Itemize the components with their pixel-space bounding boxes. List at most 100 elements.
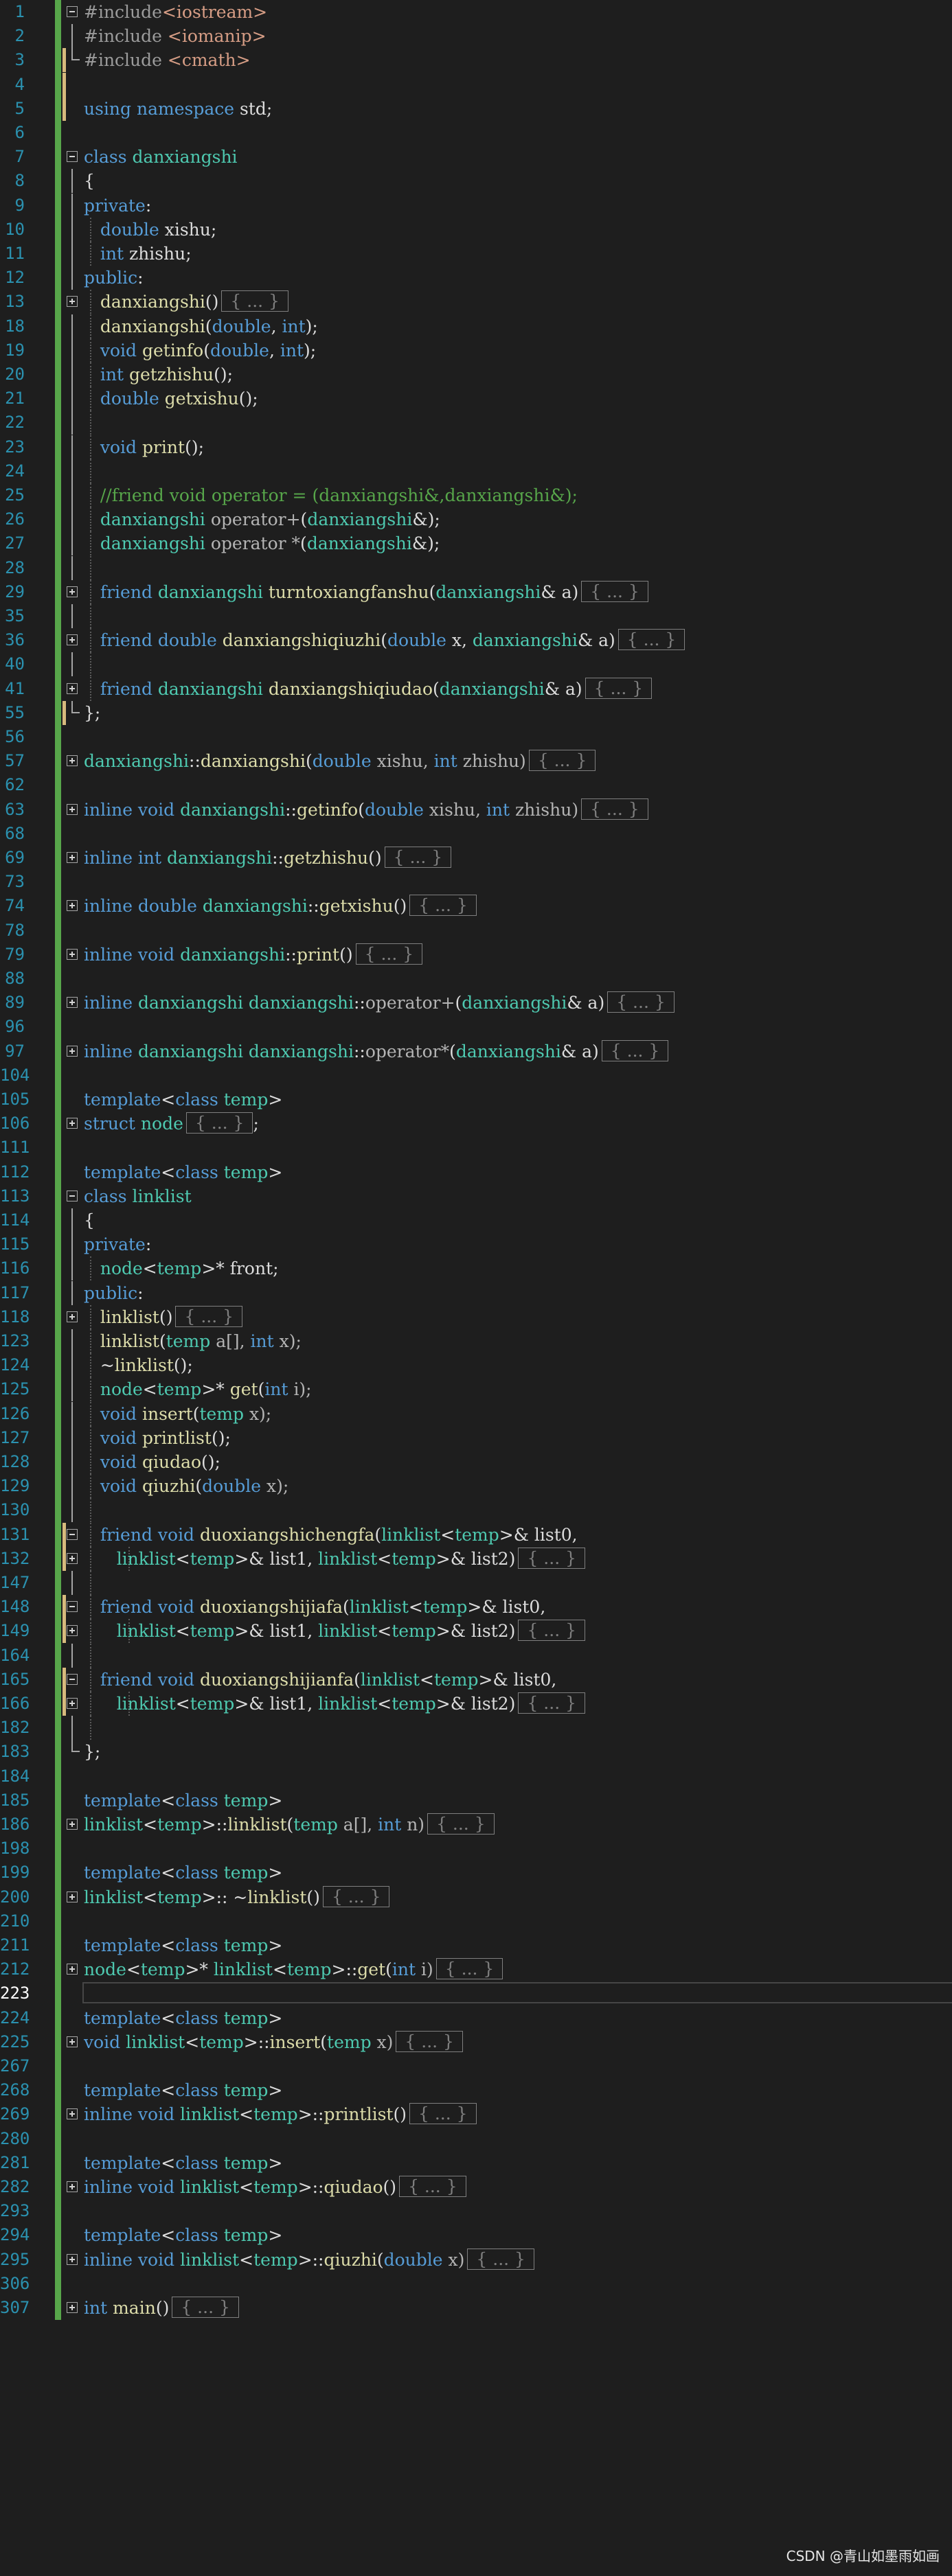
code-line[interactable]: 35: [0, 604, 952, 628]
expand-outline-icon[interactable]: [67, 1964, 78, 1975]
expand-outline-icon[interactable]: [67, 1311, 78, 1322]
code-line[interactable]: 117 public:: [0, 1280, 952, 1305]
expand-outline-icon[interactable]: [67, 2181, 78, 2192]
code-line[interactable]: 20 int getzhishu();: [0, 363, 952, 387]
expand-outline-icon[interactable]: [67, 586, 78, 597]
code-line[interactable]: 22: [0, 411, 952, 435]
code-line[interactable]: 18 danxiangshi(double, int);: [0, 314, 952, 338]
collapsed-region-button[interactable]: { ... }: [355, 943, 423, 965]
code-line[interactable]: 164: [0, 1643, 952, 1668]
code-line[interactable]: 210: [0, 1909, 952, 1933]
code-line[interactable]: 55};: [0, 700, 952, 725]
collapse-outline-icon[interactable]: [67, 151, 78, 163]
code-line[interactable]: 89 inline danxiangshi danxiangshi::operat…: [0, 991, 952, 1015]
code-line[interactable]: 212 node<temp>* linklist<temp>::get(int i…: [0, 1957, 952, 1981]
code-line[interactable]: 3 #include <cmath>: [0, 48, 952, 73]
code-line[interactable]: 185 template<class temp>: [0, 1789, 952, 1813]
code-line[interactable]: 5 using namespace std;: [0, 96, 952, 121]
code-line[interactable]: 307 int main(){ ... }: [0, 2296, 952, 2320]
expand-outline-icon[interactable]: [67, 803, 78, 815]
collapsed-region-button[interactable]: { ... }: [175, 1305, 243, 1327]
code-line[interactable]: 9 private:: [0, 193, 952, 218]
code-line[interactable]: 28: [0, 555, 952, 580]
code-line[interactable]: 26 danxiangshi operator+(danxiangshi&);: [0, 507, 952, 532]
expand-outline-icon[interactable]: [67, 1891, 78, 1902]
code-line[interactable]: 182: [0, 1716, 952, 1740]
code-line[interactable]: 29 friend danxiangshi turntoxiangfanshu(…: [0, 579, 952, 604]
code-line[interactable]: 184: [0, 1764, 952, 1789]
collapsed-region-button[interactable]: { ... }: [435, 1958, 503, 1980]
code-line[interactable]: 112 template<class temp>: [0, 1160, 952, 1184]
code-line[interactable]: 11 int zhishu;: [0, 242, 952, 266]
code-line[interactable]: 10 double xishu;: [0, 217, 952, 242]
expand-outline-icon[interactable]: [67, 1118, 78, 1129]
code-line[interactable]: 223: [0, 1981, 952, 2005]
collapsed-region-button[interactable]: { ... }: [467, 2248, 534, 2270]
code-line[interactable]: 24: [0, 459, 952, 483]
code-line[interactable]: 7 class danxiangshi: [0, 145, 952, 169]
code-line[interactable]: 126 void insert(temp x);: [0, 1401, 952, 1426]
code-line[interactable]: 125 node<temp>* get(int i);: [0, 1377, 952, 1402]
expand-outline-icon[interactable]: [67, 296, 78, 308]
code-line[interactable]: 130: [0, 1498, 952, 1523]
expand-outline-icon[interactable]: [67, 634, 78, 646]
expand-outline-icon[interactable]: [67, 2302, 78, 2313]
code-line[interactable]: 294 template<class temp>: [0, 2223, 952, 2247]
code-line[interactable]: 128 void qiudao();: [0, 1450, 952, 1474]
code-line[interactable]: 79 inline void danxiangshi::print(){ ... …: [0, 943, 952, 967]
code-line[interactable]: 13 danxiangshi(){ ... }: [0, 290, 952, 314]
collapsed-region-button[interactable]: { ... }: [607, 991, 675, 1013]
collapsed-region-button[interactable]: { ... }: [581, 580, 648, 602]
code-line[interactable]: 267: [0, 2054, 952, 2078]
code-line[interactable]: 96: [0, 1015, 952, 1039]
code-line[interactable]: 27 danxiangshi operator *(danxiangshi&);: [0, 531, 952, 556]
expand-outline-icon[interactable]: [67, 852, 78, 863]
code-line[interactable]: 57 danxiangshi::danxiangshi(double xishu,…: [0, 749, 952, 773]
code-line[interactable]: 73: [0, 870, 952, 894]
code-line[interactable]: 106 struct node{ ... };: [0, 1112, 952, 1136]
code-line[interactable]: 293: [0, 2199, 952, 2223]
collapsed-region-button[interactable]: { ... }: [617, 629, 685, 651]
collapsed-region-button[interactable]: { ... }: [518, 1547, 585, 1569]
code-line[interactable]: 111: [0, 1136, 952, 1160]
expand-outline-icon[interactable]: [67, 755, 78, 767]
collapse-outline-icon[interactable]: [67, 1190, 78, 1201]
code-line[interactable]: 281 template<class temp>: [0, 2151, 952, 2175]
code-line[interactable]: 280: [0, 2127, 952, 2151]
code-line[interactable]: 2 #include <iomanip>: [0, 24, 952, 49]
code-line[interactable]: 19 void getinfo(double, int);: [0, 338, 952, 363]
code-line[interactable]: 198: [0, 1837, 952, 1861]
code-line[interactable]: 63 inline void danxiangshi::getinfo(doubl…: [0, 798, 952, 822]
collapse-outline-icon[interactable]: [67, 1528, 78, 1540]
collapsed-region-button[interactable]: { ... }: [221, 290, 288, 312]
collapsed-region-button[interactable]: { ... }: [185, 1112, 253, 1134]
collapse-outline-icon[interactable]: [67, 1601, 78, 1613]
expand-outline-icon[interactable]: [67, 1625, 78, 1637]
code-line[interactable]: 224 template<class temp>: [0, 2006, 952, 2030]
collapsed-region-button[interactable]: { ... }: [427, 1813, 495, 1835]
code-line[interactable]: 104: [0, 1063, 952, 1088]
code-line[interactable]: 199 template<class temp>: [0, 1861, 952, 1885]
code-line[interactable]: 78: [0, 919, 952, 943]
code-line[interactable]: 97 inline danxiangshi danxiangshi::operat…: [0, 1039, 952, 1063]
expand-outline-icon[interactable]: [67, 2253, 78, 2265]
collapse-outline-icon[interactable]: [67, 1673, 78, 1685]
code-line[interactable]: 56: [0, 725, 952, 749]
code-line[interactable]: 123 linklist(temp a[], int x);: [0, 1329, 952, 1353]
expand-outline-icon[interactable]: [67, 1698, 78, 1709]
code-line[interactable]: 4: [0, 72, 952, 97]
code-line[interactable]: 41 friend danxiangshi danxiangshiqiudao(…: [0, 676, 952, 701]
collapsed-region-button[interactable]: { ... }: [172, 2297, 239, 2318]
collapse-outline-icon[interactable]: [67, 6, 78, 17]
code-line[interactable]: 40: [0, 652, 952, 677]
code-line[interactable]: 149 linklist<temp>& list1, linklist<temp…: [0, 1619, 952, 1644]
code-line[interactable]: 295 inline void linklist<temp>::qiuzhi(do…: [0, 2248, 952, 2272]
code-line[interactable]: 115 private:: [0, 1232, 952, 1257]
code-line[interactable]: 8{: [0, 169, 952, 194]
collapsed-region-button[interactable]: { ... }: [518, 1620, 585, 1642]
code-line[interactable]: 166 linklist<temp>& list1, linklist<temp…: [0, 1692, 952, 1716]
code-line[interactable]: 118 linklist(){ ... }: [0, 1304, 952, 1329]
code-line[interactable]: 186 linklist<temp>::linklist(temp a[], in…: [0, 1813, 952, 1837]
code-line[interactable]: 211 template<class temp>: [0, 1933, 952, 1957]
collapsed-region-button[interactable]: { ... }: [518, 1692, 585, 1714]
